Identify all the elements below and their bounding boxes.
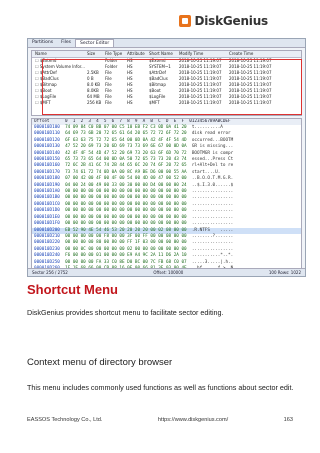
hex-bytes: 74 09 84 C0 BB 07 00 C5 10 EB F2 C3 0D 0… [65,125,187,130]
hex-off: 000010D1B0 [34,195,60,201]
footer-page-number: 163 [283,417,293,423]
hex-off: 000010D1D0 [34,208,60,214]
hex-off: 000010D170 [34,169,60,175]
tab-files[interactable]: Files [57,39,75,47]
hex-off: 000010D240 [34,253,60,259]
column-header-file-type[interactable]: File Type [105,51,127,57]
hex-bytes: 64 69 73 6B 20 72 65 61 64 20 65 72 72 6… [65,131,187,137]
hex-off: 000010D1F0 [34,221,60,227]
hex-bytes: 00 00 0C 00 00 00 00 00 02 00 00 00 00 0… [65,246,187,252]
hex-off: 000010D220 [34,240,60,246]
hex-bytes: 00 00 00 00 00 00 00 00 00 00 00 00 00 0… [65,208,187,214]
footer-company: EASSOS Technology Co., Ltd. [27,417,103,423]
hex-off: 000010D110 [34,131,60,137]
column-header-size[interactable]: Size [87,51,105,57]
hex-bytes: 42 4F 4F 54 4D 47 52 20 69 73 20 63 6F 6… [65,150,187,156]
status-bar: Sector 256 / 2752 Offset: 100000 100 Row… [28,268,305,276]
diskgenius-logo-icon [179,15,192,27]
column-header-name[interactable]: Name [32,51,87,57]
brand-logo: DiskGenius [179,14,268,28]
hex-bytes: 73 74 61 72 74 0D 0A 00 8C A9 BE D6 00 0… [65,169,187,175]
hex-rows: 000010D100 74 09 84 C0 BB 07 00 C5 10 EB… [32,125,301,269]
brand-name: DiskGenius [194,14,268,28]
hex-text: ................ [191,189,234,195]
hex-text: ................ [191,195,234,201]
hex-bytes: 00 00 00 00 FA 33 C0 8E D0 BC 00 7C FB 6… [65,259,187,265]
highlight-box [42,59,302,115]
tab-sector-editor[interactable]: Sector Editor [74,39,115,47]
hex-text: .....3.....|.h.. [191,259,234,265]
hex-off: 000010D140 [34,150,60,156]
hex-bytes: F6 00 00 00 01 00 00 00 E9 A4 9C 2A 11 D… [65,253,187,259]
page-footer: EASSOS Technology Co., Ltd. https://www.… [27,417,293,423]
hex-bytes: 07 00 42 00 4F 00 4F 00 54 00 4D 00 47 0… [65,176,187,182]
hex-text: disk read error [191,131,234,137]
hex-off: 000010D100 [34,125,60,130]
file-list-header: Name Size File Type Attribute Short Name… [32,51,301,58]
footer-url[interactable]: https://www.diskgenius.com/ [158,417,228,423]
hex-bytes: 6F 63 63 75 72 72 65 64 00 0D 0A 42 4F 4… [65,137,187,143]
hex-off: 000010D210 [34,233,60,239]
hex-text: essed...Press Ct [191,157,234,163]
hex-off: 000010D230 [34,246,60,252]
hex-off: 000010D1A0 [34,189,60,195]
hex-bytes: 00 00 00 00 00 00 00 00 00 00 00 00 00 0… [65,195,187,201]
hex-text: BOOTMGR is compr [191,150,234,156]
hex-bytes: 72 6C 2B 41 6C 74 2B 44 65 6C 20 74 6F 2… [65,163,187,169]
hex-bytes: 00 00 00 00 00 00 00 00 00 00 00 00 00 0… [65,221,187,227]
hex-text: ..B.O.O.T.M.G.R. [191,176,234,182]
hex-text: rl+Alt+Del to re [191,163,234,169]
subsection-heading: Context menu of directory browser [27,357,173,368]
hex-off: 000010D160 [34,163,60,169]
intro-paragraph: DiskGenius provides shortcut menu to fac… [27,308,224,317]
column-header-create-time[interactable]: Create Time [229,51,279,57]
section-heading: Shortcut Menu [27,282,118,297]
hex-off: 000010D1C0 [34,201,60,207]
hex-text: GR is missing... [191,144,234,150]
hex-text: .R.NTFS ..... [191,227,234,233]
hex-text: ................ [191,240,234,246]
hex-bytes: 04 00 24 00 49 00 33 00 30 00 00 D4 00 0… [65,182,187,188]
hex-off: 000010D200 [34,227,60,233]
hex-text: ................ [191,201,234,207]
hex-off: 000010D190 [34,182,60,188]
hex-view: Offset 0 1 2 3 4 5 6 7 8 9 A B C D E F 0… [31,118,302,270]
hex-text: ................ [191,208,234,214]
hex-bytes: 00 00 00 00 00 00 00 00 00 00 00 00 00 0… [65,189,187,195]
hex-bytes: 00 00 00 00 00 F8 00 00 3F 00 FF 00 00 0… [65,233,187,239]
column-header-short-name[interactable]: Short Name [149,51,179,57]
hex-bytes: 00 00 00 00 80 00 80 00 FF 1F 03 00 00 0… [65,240,187,246]
hex-off: 000010D130 [34,144,60,150]
hex-bytes: 00 00 00 00 00 00 00 00 00 00 00 00 00 0… [65,214,187,220]
hex-bytes: 00 00 00 00 00 00 00 00 00 00 00 00 00 0… [65,201,187,207]
file-list: Name Size File Type Attribute Short Name… [31,50,302,116]
hex-bytes: 65 73 73 65 64 00 0D 0A 50 72 65 73 73 2… [65,157,187,163]
hex-text: ..$.I.3.0......$ [191,182,234,188]
hex-off: 000010D1E0 [34,214,60,220]
status-sector: Sector 256 / 2752 [32,270,68,275]
status-offset: Offset: 100000 [153,270,184,275]
hex-bytes: 47 52 20 69 73 20 6D 69 73 73 69 6E 67 0… [65,144,187,150]
hex-bytes: EB 52 90 4E 54 46 53 20 20 20 20 00 02 0… [65,227,187,233]
hex-text: occurred...BOOTM [191,137,234,143]
hex-text: ................ [191,246,234,252]
hex-off: 000010D250 [34,259,60,265]
hex-off: 000010D180 [34,176,60,182]
hex-text: ................ [191,214,234,220]
hex-text: t..........A [191,125,226,130]
hex-text: ........?....... [191,233,234,239]
hex-text: ................ [191,221,234,227]
status-rows: 100 Rows: 1022 [268,270,301,275]
tab-bar: Partitions Files Sector Editor [28,39,305,48]
hex-text: ...........*..*. [191,253,234,259]
hex-off: 000010D120 [34,137,60,143]
sector-editor-screenshot: Partitions Files Sector Editor Name Size… [27,38,306,277]
hex-off: 000010D150 [34,157,60,163]
tab-partitions[interactable]: Partitions [28,39,57,47]
body-paragraph: This menu includes commonly used functio… [27,383,294,392]
column-header-attribute[interactable]: Attribute [127,51,149,57]
hex-text: start....U. [191,169,221,175]
column-header-modify-time[interactable]: Modify Time [179,51,229,57]
